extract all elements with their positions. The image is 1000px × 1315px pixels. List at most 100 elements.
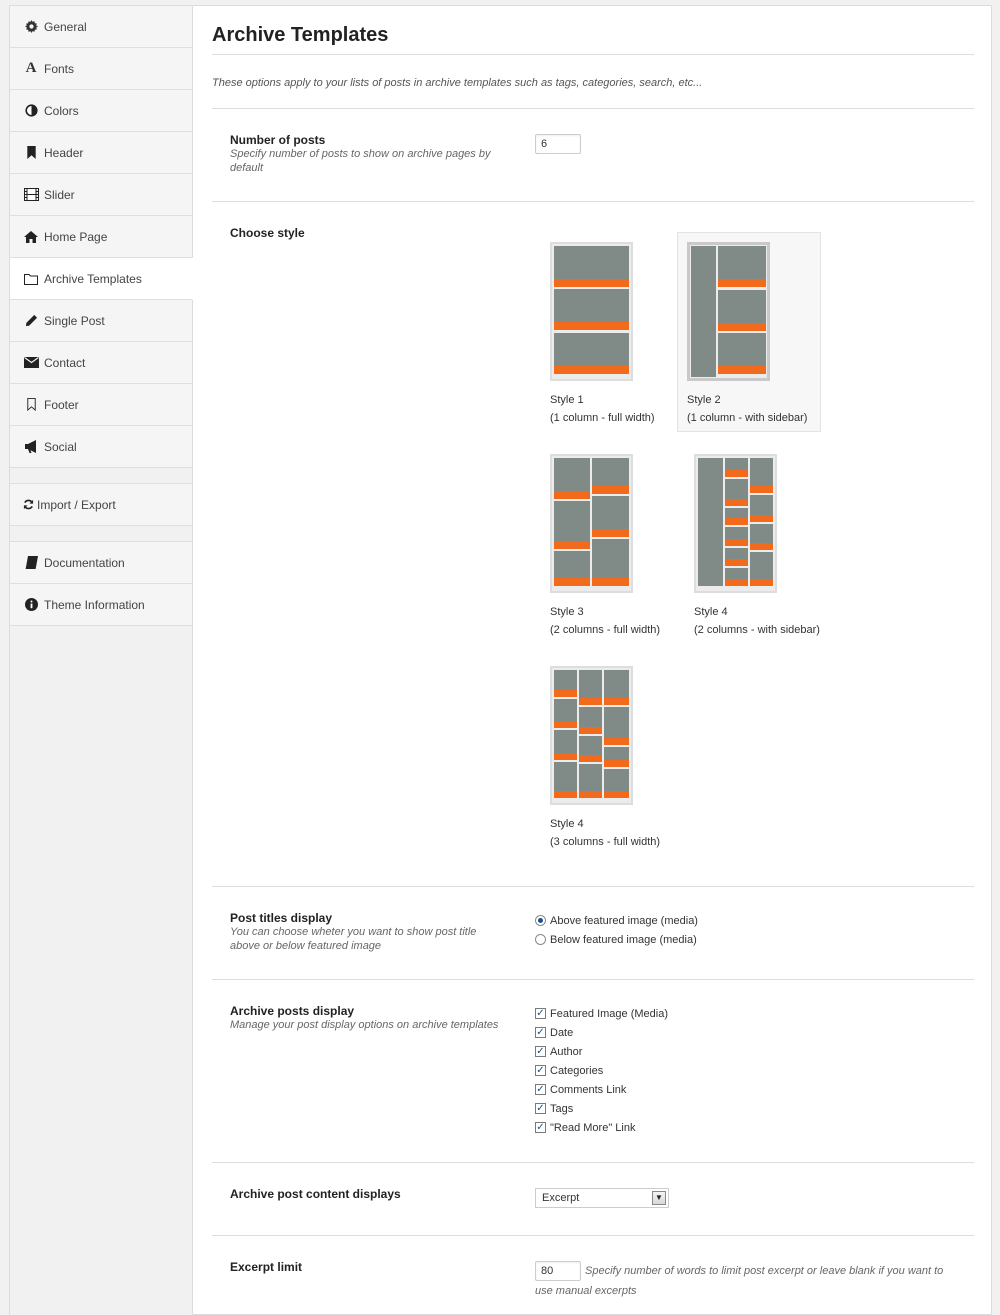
- archive-posts-display-description: Manage your post display options on arch…: [230, 1019, 499, 1031]
- archive-posts-display-row: Archive posts display Manage your post d…: [212, 980, 974, 1163]
- choose-style-row: Choose style Style 1 (1 column - full wi…: [212, 202, 974, 887]
- style-2-caption: (1 column - with sidebar): [687, 412, 808, 424]
- checkbox-option[interactable]: ✓ Author: [535, 1042, 668, 1061]
- style-4-thumbnail: [694, 454, 777, 593]
- radio-button[interactable]: [535, 915, 546, 926]
- style-5-caption: (3 columns - full width): [550, 836, 661, 848]
- radio-button[interactable]: [535, 934, 546, 945]
- sidebar-divider: [10, 468, 192, 484]
- sidebar-divider: [10, 526, 192, 542]
- style-option-4[interactable]: Style 4 (2 columns - with sidebar): [685, 445, 845, 645]
- style-1-name: Style 1: [550, 394, 584, 406]
- style-2-thumbnail: [687, 242, 770, 381]
- sidebar-item-label: Contact: [44, 355, 86, 370]
- checkbox-option[interactable]: ✓ Tags: [535, 1099, 668, 1118]
- checkbox-label: Date: [550, 1026, 574, 1039]
- radio-option[interactable]: Below featured image (media): [535, 930, 698, 949]
- folder-icon: [23, 271, 39, 287]
- checkbox[interactable]: ✓: [535, 1046, 546, 1057]
- sidebar-item-contact[interactable]: Contact: [10, 342, 192, 384]
- sidebar-item-documentation[interactable]: Documentation: [10, 542, 192, 584]
- home-icon: [23, 229, 39, 245]
- content-displays-select[interactable]: Excerpt ▼: [535, 1188, 669, 1208]
- radio-label: Below featured image (media): [550, 933, 697, 946]
- style-5-thumbnail: [550, 666, 633, 805]
- checkbox[interactable]: ✓: [535, 1065, 546, 1076]
- page-title: Archive Templates: [212, 6, 974, 55]
- envelope-icon: [23, 355, 39, 371]
- number-of-posts-label: Number of posts: [230, 133, 326, 147]
- style-1-caption: (1 column - full width): [550, 412, 655, 424]
- checkbox-label: Author: [550, 1045, 583, 1058]
- style-1-thumbnail: [550, 242, 633, 381]
- style-3-caption: (2 columns - full width): [550, 624, 661, 636]
- sidebar-item-colors[interactable]: Colors: [10, 90, 192, 132]
- sidebar-item-header[interactable]: Header: [10, 132, 192, 174]
- style-option-3[interactable]: Style 3 (2 columns - full width): [541, 445, 685, 645]
- checkbox-option[interactable]: ✓ Categories: [535, 1061, 668, 1080]
- megaphone-icon: [23, 439, 39, 455]
- sidebar: General A Fonts Colors Header Slider Hom…: [10, 6, 193, 1315]
- sidebar-item-label: Footer: [44, 397, 79, 412]
- number-of-posts-input[interactable]: [535, 134, 581, 154]
- archive-posts-checkbox-group: ✓ Featured Image (Media) ✓ Date ✓ Author ✓ C…: [535, 1004, 668, 1137]
- checkbox-label: Categories: [550, 1064, 604, 1077]
- archive-posts-display-label: Archive posts display: [230, 1004, 355, 1018]
- contrast-icon: [23, 103, 39, 119]
- sidebar-item-label: Documentation: [44, 555, 125, 570]
- sidebar-item-theme-information[interactable]: Theme Information: [10, 584, 192, 626]
- checkbox-option[interactable]: ✓ Comments Link: [535, 1080, 668, 1099]
- excerpt-limit-input[interactable]: [535, 1261, 581, 1281]
- bookmark-icon: [23, 145, 39, 161]
- choose-style-label: Choose style: [230, 226, 305, 240]
- checkbox[interactable]: ✓: [535, 1027, 546, 1038]
- sidebar-item-label: Import / Export: [37, 497, 116, 512]
- sidebar-item-fonts[interactable]: A Fonts: [10, 48, 192, 90]
- checkbox-option[interactable]: ✓ Date: [535, 1023, 668, 1042]
- checkbox-label: Featured Image (Media): [550, 1007, 668, 1020]
- style-4-caption: (2 columns - with sidebar): [694, 624, 820, 636]
- style-4-name: Style 4: [694, 606, 728, 618]
- sidebar-item-social[interactable]: Social: [10, 426, 192, 468]
- sidebar-item-label: Home Page: [44, 229, 108, 244]
- sidebar-item-label: Social: [44, 439, 77, 454]
- checkbox-option[interactable]: ✓ Featured Image (Media): [535, 1004, 668, 1023]
- sidebar-item-archive-templates[interactable]: Archive Templates: [10, 258, 193, 300]
- post-titles-display-row: Post titles display You can choose whete…: [212, 887, 974, 980]
- style-option-1[interactable]: Style 1 (1 column - full width): [541, 233, 685, 433]
- film-icon: [23, 187, 39, 203]
- sidebar-item-label: Colors: [44, 103, 79, 118]
- sidebar-item-label: Theme Information: [44, 597, 145, 612]
- checkbox[interactable]: ✓: [535, 1084, 546, 1095]
- radio-label: Above featured image (media): [550, 914, 698, 927]
- content-displays-row: Archive post content displays Excerpt ▼: [212, 1163, 974, 1236]
- style-option-2[interactable]: Style 2 (1 column - with sidebar): [677, 232, 821, 432]
- checkbox-label: Comments Link: [550, 1083, 627, 1096]
- gear-icon: [23, 19, 39, 35]
- style-option-5[interactable]: Style 4 (3 columns - full width): [541, 657, 685, 857]
- info-icon: [23, 597, 39, 613]
- excerpt-limit-description-cont: use manual excerpts: [535, 1285, 637, 1297]
- sidebar-item-label: Slider: [44, 187, 75, 202]
- sidebar-item-home-page[interactable]: Home Page: [10, 216, 192, 258]
- sidebar-item-label: General: [44, 19, 87, 34]
- pencil-icon: [23, 313, 39, 329]
- book-icon: [23, 555, 39, 571]
- radio-option[interactable]: Above featured image (media): [535, 911, 698, 930]
- checkbox[interactable]: ✓: [535, 1008, 546, 1019]
- chevron-down-icon[interactable]: ▼: [652, 1191, 666, 1205]
- sidebar-item-single-post[interactable]: Single Post: [10, 300, 192, 342]
- theme-options-panel: General A Fonts Colors Header Slider Hom…: [9, 5, 992, 1315]
- checkbox[interactable]: ✓: [535, 1122, 546, 1133]
- checkbox[interactable]: ✓: [535, 1103, 546, 1114]
- sidebar-item-footer[interactable]: Footer: [10, 384, 192, 426]
- sidebar-item-general[interactable]: General: [10, 6, 192, 48]
- post-titles-display-label: Post titles display: [230, 911, 333, 925]
- bookmark-outline-icon: [23, 397, 39, 413]
- sidebar-item-slider[interactable]: Slider: [10, 174, 192, 216]
- checkbox-option[interactable]: ✓ "Read More" Link: [535, 1118, 668, 1137]
- excerpt-limit-label: Excerpt limit: [230, 1260, 303, 1274]
- sidebar-item-import-export[interactable]: Import / Export: [10, 484, 192, 526]
- number-of-posts-description: Specify number of posts to show on archi…: [230, 148, 491, 174]
- post-titles-display-description: You can choose wheter you want to show p…: [230, 926, 477, 952]
